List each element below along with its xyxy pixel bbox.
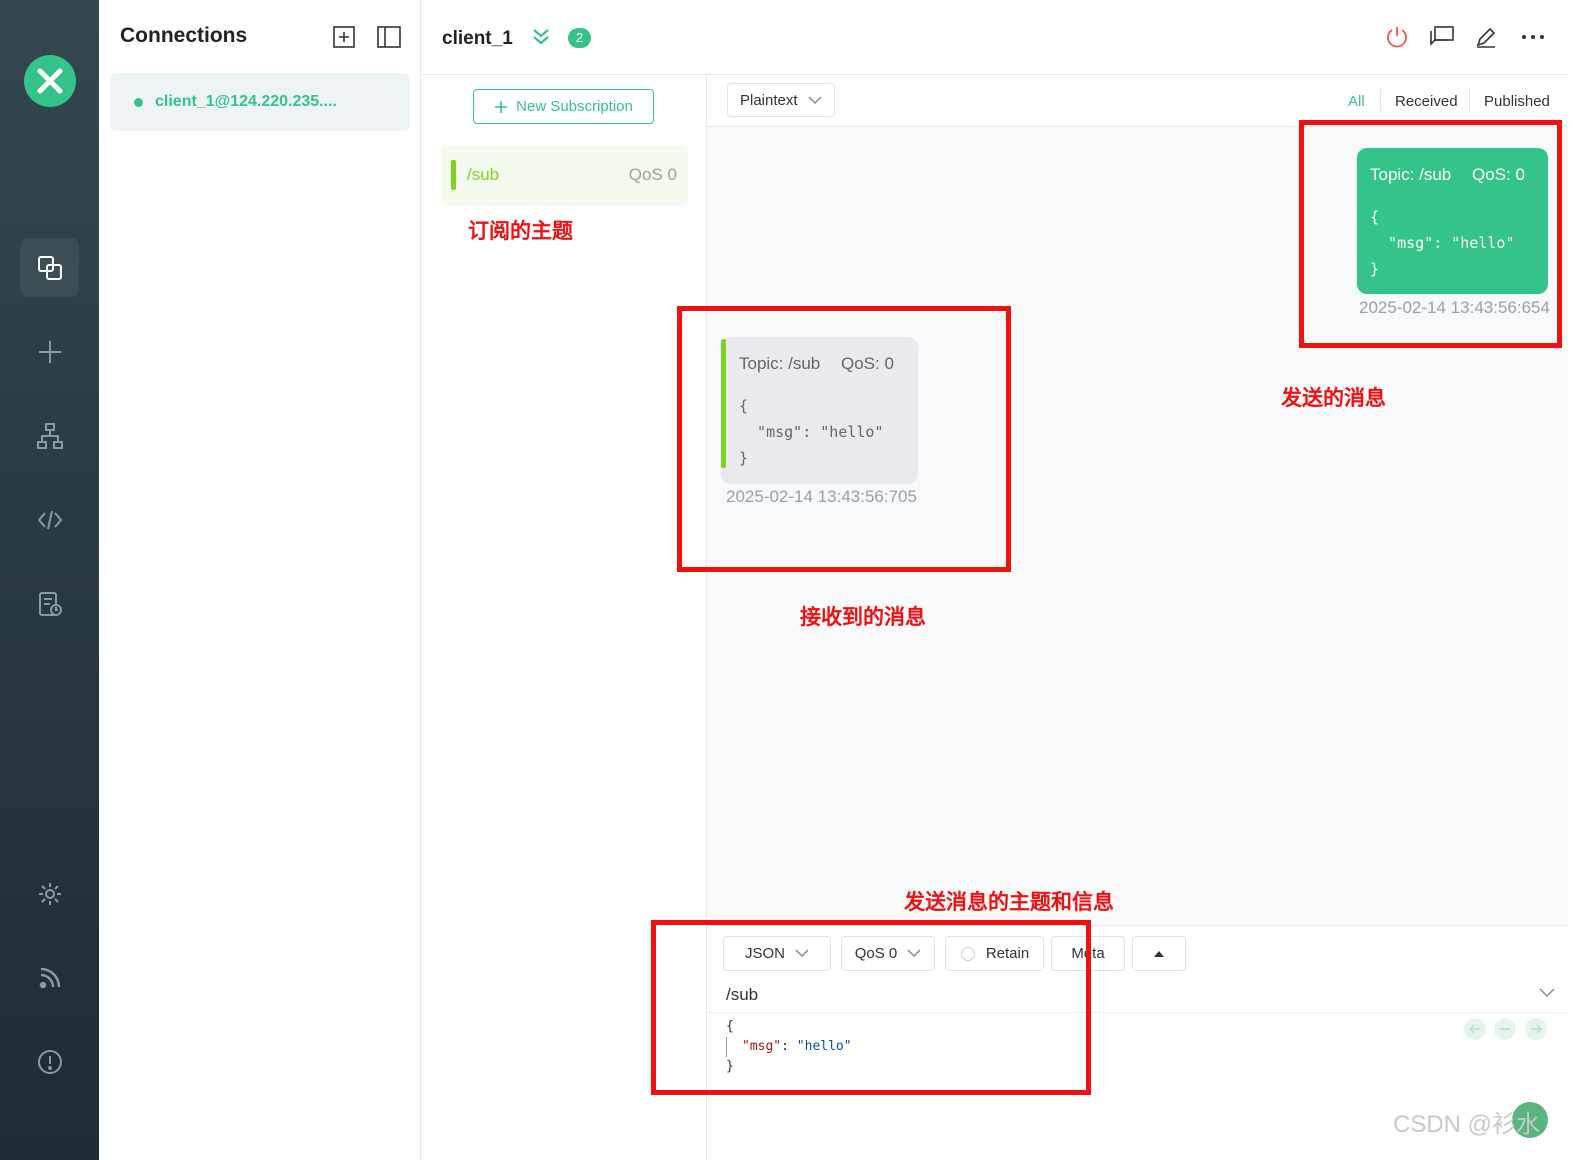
- window-edge: [1568, 0, 1584, 1160]
- payload-format-value: Plaintext: [740, 91, 798, 109]
- subscription-item[interactable]: /sub QoS 0: [442, 146, 687, 204]
- filter-divider: [1380, 89, 1381, 111]
- edit-icon[interactable]: [1473, 24, 1499, 50]
- subscription-qos: QoS 0: [628, 165, 677, 184]
- new-connection-icon[interactable]: [332, 25, 356, 49]
- mqttx-logo[interactable]: [24, 55, 76, 107]
- expand-button[interactable]: [1132, 936, 1186, 971]
- disconnect-power-icon[interactable]: [1384, 24, 1410, 50]
- annotation-box-sent: [1299, 120, 1562, 348]
- watermark-text: CSDN @衫水: [1393, 1111, 1541, 1138]
- chat-icon[interactable]: [1429, 24, 1455, 50]
- connections-panel: Connections client_1@124.220.235....: [99, 0, 421, 1160]
- toggle-sidebar-icon[interactable]: [377, 25, 401, 49]
- filter-received[interactable]: Received: [1395, 93, 1458, 110]
- plus-icon[interactable]: [20, 322, 79, 381]
- new-subscription-label: New Subscription: [516, 98, 633, 115]
- annotation-publish-topic-info: 发送消息的主题和信息: [904, 890, 1114, 914]
- caret-up-icon: [1154, 950, 1164, 957]
- chevron-down-icon: [808, 95, 822, 104]
- log-icon[interactable]: [20, 574, 79, 633]
- annotation-received-message: 接收到的消息: [800, 605, 926, 629]
- feed-icon[interactable]: [20, 948, 79, 1007]
- app-rail: [0, 0, 99, 1160]
- topology-icon[interactable]: [20, 406, 79, 465]
- new-subscription-button[interactable]: New Subscription: [473, 89, 654, 124]
- topic-history-chevron-icon[interactable]: [1539, 988, 1555, 998]
- annotation-box-received: [677, 306, 1011, 572]
- subscription-topic: /sub: [467, 165, 500, 184]
- filter-all[interactable]: All: [1348, 93, 1365, 110]
- payload-format-select[interactable]: Plaintext: [727, 83, 835, 117]
- connection-item[interactable]: client_1@124.220.235....: [110, 73, 410, 131]
- annotation-box-publish: [651, 920, 1091, 1095]
- history-prev-icon[interactable]: [1464, 1018, 1486, 1040]
- connections-title: Connections: [120, 24, 248, 47]
- connections-icon[interactable]: [20, 238, 79, 297]
- annotation-subscribed-topic: 订阅的主题: [468, 219, 573, 243]
- settings-icon[interactable]: [20, 864, 79, 923]
- connected-status-dot: [134, 97, 143, 107]
- plus-icon: [495, 100, 508, 113]
- filter-published[interactable]: Published: [1484, 93, 1550, 110]
- annotation-sent-message: 发送的消息: [1281, 386, 1386, 410]
- history-next-icon[interactable]: [1525, 1018, 1547, 1040]
- connection-header: client_1 2: [422, 0, 1568, 75]
- client-title: client_1: [442, 28, 513, 49]
- history-clear-icon[interactable]: [1494, 1018, 1516, 1040]
- filter-divider: [1469, 89, 1470, 111]
- connection-name: client_1@124.220.235....: [155, 93, 337, 110]
- code-icon[interactable]: [20, 490, 79, 549]
- subscription-color-bar: [451, 160, 456, 190]
- info-icon[interactable]: [20, 1032, 79, 1091]
- collapse-chevron-icon[interactable]: [530, 26, 552, 53]
- message-count-badge: 2: [568, 28, 591, 48]
- more-icon[interactable]: [1520, 24, 1546, 50]
